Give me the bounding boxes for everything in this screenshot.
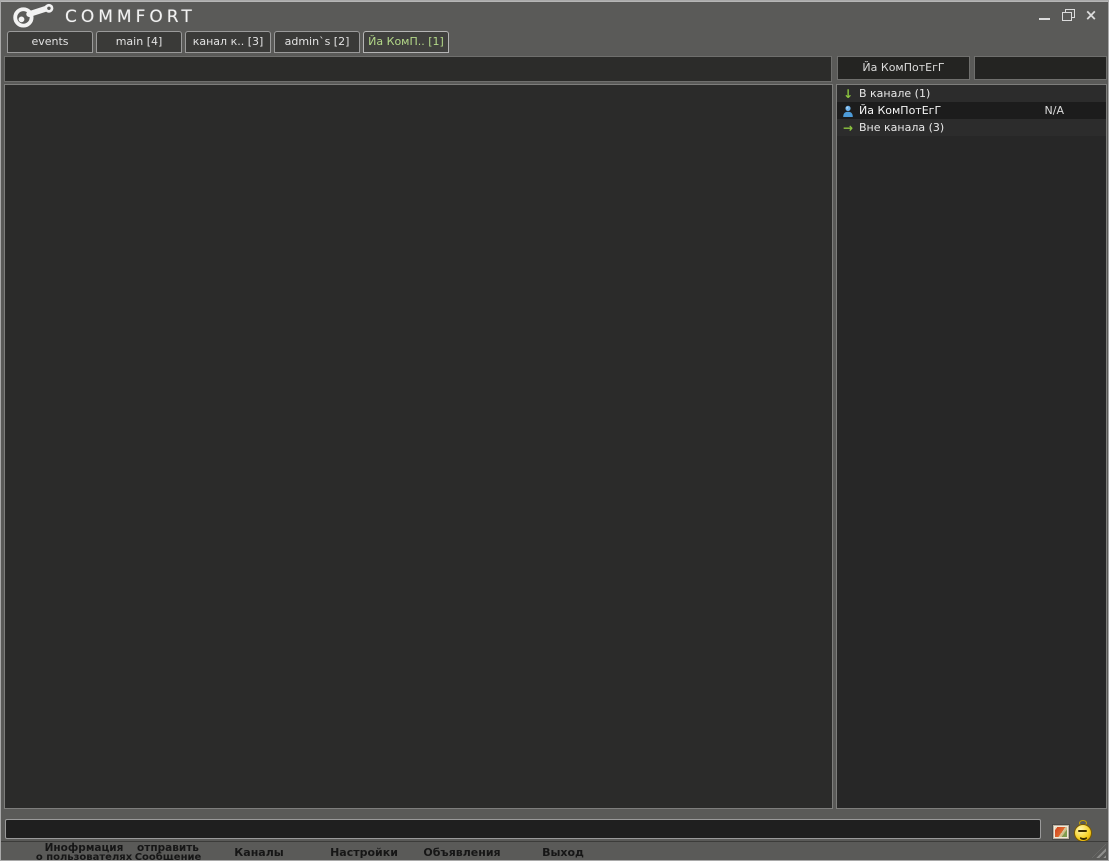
user-list-panel: ↓ В канале (1) Йа КомПотЕгГ N/A → Вне ка… [836,84,1107,809]
user-info-button[interactable]: Инофрмация о пользователях [36,844,132,861]
window-controls: × [1038,8,1098,22]
restore-icon[interactable] [1061,9,1075,21]
tab-channel[interactable]: канал к.. [3] [185,31,271,53]
bottom-toolbar: Инофрмация о пользователях отправить Соо… [1,841,1108,861]
chat-message-area[interactable] [4,84,833,809]
settings-button[interactable]: Настройки [330,848,398,857]
tab-events[interactable]: events [7,31,93,53]
message-input[interactable] [5,819,1041,839]
user-status: N/A [1045,104,1064,117]
exit-button[interactable]: Выход [542,848,584,857]
userlist-column-header[interactable]: Йа КомПотЕгГ [837,56,970,80]
arrow-right-icon: → [840,121,856,135]
tab-bar: events main [4] канал к.. [3] admin`s [2… [1,30,1108,55]
insert-image-icon[interactable] [1053,825,1069,839]
channels-button[interactable]: Каналы [234,848,283,857]
user-row[interactable]: Йа КомПотЕгГ N/A [837,102,1106,119]
tab-private-active[interactable]: Йа КомП.. [1] [363,31,449,53]
app-title: COMMFORT [65,7,196,27]
close-icon[interactable]: × [1084,9,1098,21]
user-name: Йа КомПотЕгГ [859,104,941,117]
send-message-button[interactable]: отправить Сообщение [135,844,202,861]
emoticons-icon[interactable] [1074,824,1092,842]
userlist-column-header-empty [974,56,1107,80]
tab-main[interactable]: main [4] [96,31,182,53]
user-icon [840,105,856,117]
user-group-row[interactable]: ↓ В канале (1) [837,85,1106,102]
tab-admins[interactable]: admin`s [2] [274,31,360,53]
group-label: Вне канала (3) [859,121,944,134]
arrow-down-icon: ↓ [840,87,856,101]
topic-bar [4,56,832,82]
commfort-window: COMMFORT × events main [4] канал к.. [3]… [0,0,1109,861]
group-label: В канале (1) [859,87,930,100]
user-group-row[interactable]: → Вне канала (3) [837,119,1106,136]
announcements-button[interactable]: Объявления [423,848,500,857]
title-bar[interactable]: COMMFORT × [1,1,1108,29]
app-logo-icon [8,3,60,29]
minimize-icon[interactable] [1038,9,1052,21]
